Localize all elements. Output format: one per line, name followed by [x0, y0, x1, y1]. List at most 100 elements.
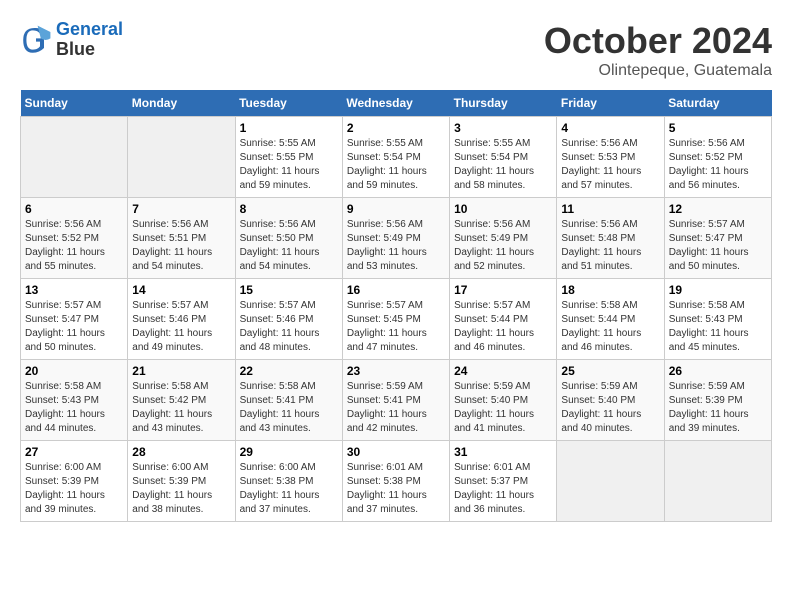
- calendar-cell: 8 Sunrise: 5:56 AM Sunset: 5:50 PM Daylig…: [235, 198, 342, 279]
- day-number: 27: [25, 445, 123, 459]
- calendar-cell: 16 Sunrise: 5:57 AM Sunset: 5:45 PM Dayli…: [342, 279, 449, 360]
- day-info: Sunrise: 5:56 AM Sunset: 5:49 PM Dayligh…: [454, 218, 552, 274]
- calendar-cell: 28 Sunrise: 6:00 AM Sunset: 5:39 PM Dayli…: [128, 441, 235, 522]
- header-day-wednesday: Wednesday: [342, 90, 449, 117]
- day-info: Sunrise: 5:55 AM Sunset: 5:55 PM Dayligh…: [240, 137, 338, 193]
- header-row: SundayMondayTuesdayWednesdayThursdayFrid…: [21, 90, 772, 117]
- calendar-cell: 1 Sunrise: 5:55 AM Sunset: 5:55 PM Daylig…: [235, 117, 342, 198]
- calendar-cell: 23 Sunrise: 5:59 AM Sunset: 5:41 PM Dayli…: [342, 360, 449, 441]
- day-info: Sunrise: 6:00 AM Sunset: 5:39 PM Dayligh…: [132, 461, 230, 517]
- calendar-cell: 3Sunrise: 5:55 AM Sunset: 5:54 PM Daylig…: [450, 117, 557, 198]
- day-number: 17: [454, 283, 552, 297]
- day-number: 25: [561, 364, 659, 378]
- calendar-cell: [557, 441, 664, 522]
- day-info: Sunrise: 6:01 AM Sunset: 5:38 PM Dayligh…: [347, 461, 445, 517]
- calendar-cell: 7Sunrise: 5:56 AM Sunset: 5:51 PM Daylig…: [128, 198, 235, 279]
- calendar-cell: 6Sunrise: 5:56 AM Sunset: 5:52 PM Daylig…: [21, 198, 128, 279]
- calendar-cell: 26Sunrise: 5:59 AM Sunset: 5:39 PM Dayli…: [664, 360, 771, 441]
- header-day-sunday: Sunday: [21, 90, 128, 117]
- day-number: 20: [25, 364, 123, 378]
- week-row-5: 27 Sunrise: 6:00 AM Sunset: 5:39 PM Dayli…: [21, 441, 772, 522]
- calendar-cell: 31 Sunrise: 6:01 AM Sunset: 5:37 PM Dayli…: [450, 441, 557, 522]
- calendar-cell: [664, 441, 771, 522]
- day-number: 28: [132, 445, 230, 459]
- calendar-cell: 25Sunrise: 5:59 AM Sunset: 5:40 PM Dayli…: [557, 360, 664, 441]
- day-info: Sunrise: 5:58 AM Sunset: 5:43 PM Dayligh…: [669, 299, 767, 355]
- calendar-cell: 12 Sunrise: 5:57 AM Sunset: 5:47 PM Dayli…: [664, 198, 771, 279]
- header-day-friday: Friday: [557, 90, 664, 117]
- day-info: Sunrise: 5:57 AM Sunset: 5:45 PM Dayligh…: [347, 299, 445, 355]
- day-info: Sunrise: 5:58 AM Sunset: 5:41 PM Dayligh…: [240, 380, 338, 436]
- day-info: Sunrise: 5:56 AM Sunset: 5:52 PM Dayligh…: [25, 218, 123, 274]
- header-day-thursday: Thursday: [450, 90, 557, 117]
- week-row-1: 1 Sunrise: 5:55 AM Sunset: 5:55 PM Daylig…: [21, 117, 772, 198]
- day-info: Sunrise: 6:00 AM Sunset: 5:38 PM Dayligh…: [240, 461, 338, 517]
- day-number: 3: [454, 121, 552, 135]
- calendar-table: SundayMondayTuesdayWednesdayThursdayFrid…: [20, 90, 772, 522]
- day-number: 14: [132, 283, 230, 297]
- day-info: Sunrise: 5:57 AM Sunset: 5:47 PM Dayligh…: [669, 218, 767, 274]
- week-row-3: 13 Sunrise: 5:57 AM Sunset: 5:47 PM Dayli…: [21, 279, 772, 360]
- calendar-cell: 21Sunrise: 5:58 AM Sunset: 5:42 PM Dayli…: [128, 360, 235, 441]
- week-row-4: 20 Sunrise: 5:58 AM Sunset: 5:43 PM Dayli…: [21, 360, 772, 441]
- logo-icon: [20, 24, 52, 56]
- calendar-cell: [128, 117, 235, 198]
- calendar-cell: [21, 117, 128, 198]
- calendar-header: SundayMondayTuesdayWednesdayThursdayFrid…: [21, 90, 772, 117]
- day-number: 15: [240, 283, 338, 297]
- calendar-cell: 15 Sunrise: 5:57 AM Sunset: 5:46 PM Dayli…: [235, 279, 342, 360]
- day-info: Sunrise: 5:58 AM Sunset: 5:43 PM Dayligh…: [25, 380, 123, 436]
- title-block: October 2024 Olintepeque, Guatemala: [544, 20, 772, 80]
- day-info: Sunrise: 5:57 AM Sunset: 5:46 PM Dayligh…: [132, 299, 230, 355]
- logo-general: General: [56, 19, 123, 39]
- day-info: Sunrise: 5:56 AM Sunset: 5:53 PM Dayligh…: [561, 137, 659, 193]
- logo-text: General Blue: [56, 20, 123, 60]
- day-number: 2: [347, 121, 445, 135]
- calendar-title: October 2024: [544, 20, 772, 62]
- page-header: General Blue October 2024 Olintepeque, G…: [20, 20, 772, 80]
- day-info: Sunrise: 5:57 AM Sunset: 5:44 PM Dayligh…: [454, 299, 552, 355]
- calendar-cell: 29 Sunrise: 6:00 AM Sunset: 5:38 PM Dayli…: [235, 441, 342, 522]
- day-number: 16: [347, 283, 445, 297]
- day-number: 22: [240, 364, 338, 378]
- day-number: 19: [669, 283, 767, 297]
- day-info: Sunrise: 5:56 AM Sunset: 5:51 PM Dayligh…: [132, 218, 230, 274]
- header-day-monday: Monday: [128, 90, 235, 117]
- day-info: Sunrise: 6:00 AM Sunset: 5:39 PM Dayligh…: [25, 461, 123, 517]
- day-number: 12: [669, 202, 767, 216]
- logo-blue: Blue: [56, 40, 123, 60]
- day-info: Sunrise: 5:56 AM Sunset: 5:50 PM Dayligh…: [240, 218, 338, 274]
- day-info: Sunrise: 5:57 AM Sunset: 5:47 PM Dayligh…: [25, 299, 123, 355]
- day-number: 1: [240, 121, 338, 135]
- calendar-cell: 22 Sunrise: 5:58 AM Sunset: 5:41 PM Dayli…: [235, 360, 342, 441]
- day-number: 30: [347, 445, 445, 459]
- calendar-cell: 17 Sunrise: 5:57 AM Sunset: 5:44 PM Dayli…: [450, 279, 557, 360]
- day-number: 24: [454, 364, 552, 378]
- day-info: Sunrise: 5:57 AM Sunset: 5:46 PM Dayligh…: [240, 299, 338, 355]
- calendar-cell: 13 Sunrise: 5:57 AM Sunset: 5:47 PM Dayli…: [21, 279, 128, 360]
- day-info: Sunrise: 5:59 AM Sunset: 5:41 PM Dayligh…: [347, 380, 445, 436]
- day-number: 18: [561, 283, 659, 297]
- logo: General Blue: [20, 20, 123, 60]
- day-info: Sunrise: 5:56 AM Sunset: 5:49 PM Dayligh…: [347, 218, 445, 274]
- day-number: 31: [454, 445, 552, 459]
- calendar-cell: 11Sunrise: 5:56 AM Sunset: 5:48 PM Dayli…: [557, 198, 664, 279]
- day-info: Sunrise: 6:01 AM Sunset: 5:37 PM Dayligh…: [454, 461, 552, 517]
- header-day-saturday: Saturday: [664, 90, 771, 117]
- day-number: 23: [347, 364, 445, 378]
- header-day-tuesday: Tuesday: [235, 90, 342, 117]
- calendar-cell: 24Sunrise: 5:59 AM Sunset: 5:40 PM Dayli…: [450, 360, 557, 441]
- day-number: 11: [561, 202, 659, 216]
- day-info: Sunrise: 5:59 AM Sunset: 5:39 PM Dayligh…: [669, 380, 767, 436]
- calendar-cell: 5Sunrise: 5:56 AM Sunset: 5:52 PM Daylig…: [664, 117, 771, 198]
- day-number: 5: [669, 121, 767, 135]
- calendar-cell: 14 Sunrise: 5:57 AM Sunset: 5:46 PM Dayli…: [128, 279, 235, 360]
- calendar-cell: 4Sunrise: 5:56 AM Sunset: 5:53 PM Daylig…: [557, 117, 664, 198]
- day-number: 13: [25, 283, 123, 297]
- day-number: 9: [347, 202, 445, 216]
- calendar-cell: 19 Sunrise: 5:58 AM Sunset: 5:43 PM Dayli…: [664, 279, 771, 360]
- day-info: Sunrise: 5:55 AM Sunset: 5:54 PM Dayligh…: [347, 137, 445, 193]
- day-number: 8: [240, 202, 338, 216]
- calendar-cell: 20 Sunrise: 5:58 AM Sunset: 5:43 PM Dayli…: [21, 360, 128, 441]
- day-number: 29: [240, 445, 338, 459]
